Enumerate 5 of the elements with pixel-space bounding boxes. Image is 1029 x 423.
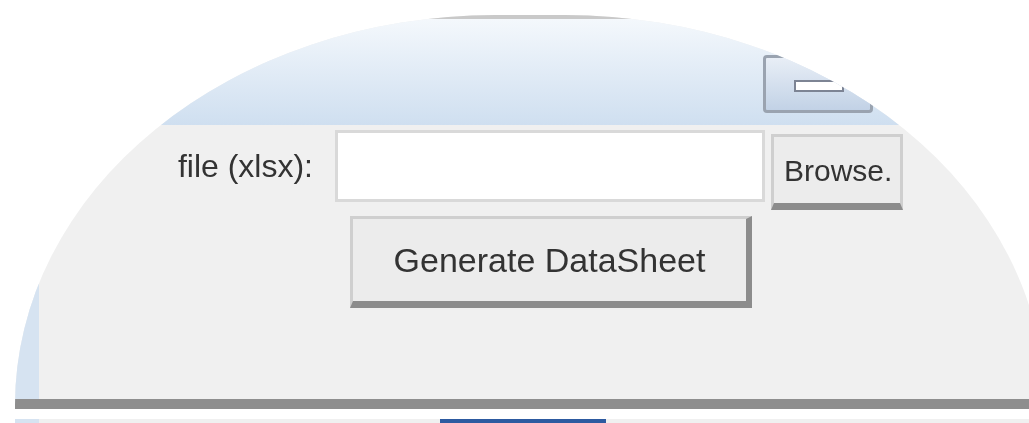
- browse-button[interactable]: Browse.: [771, 134, 903, 210]
- file-path-field[interactable]: [335, 130, 765, 202]
- file-label: file (xlsx):: [176, 147, 314, 186]
- generate-datasheet-button[interactable]: Generate DataSheet: [350, 216, 752, 308]
- minimize-icon: [794, 80, 844, 92]
